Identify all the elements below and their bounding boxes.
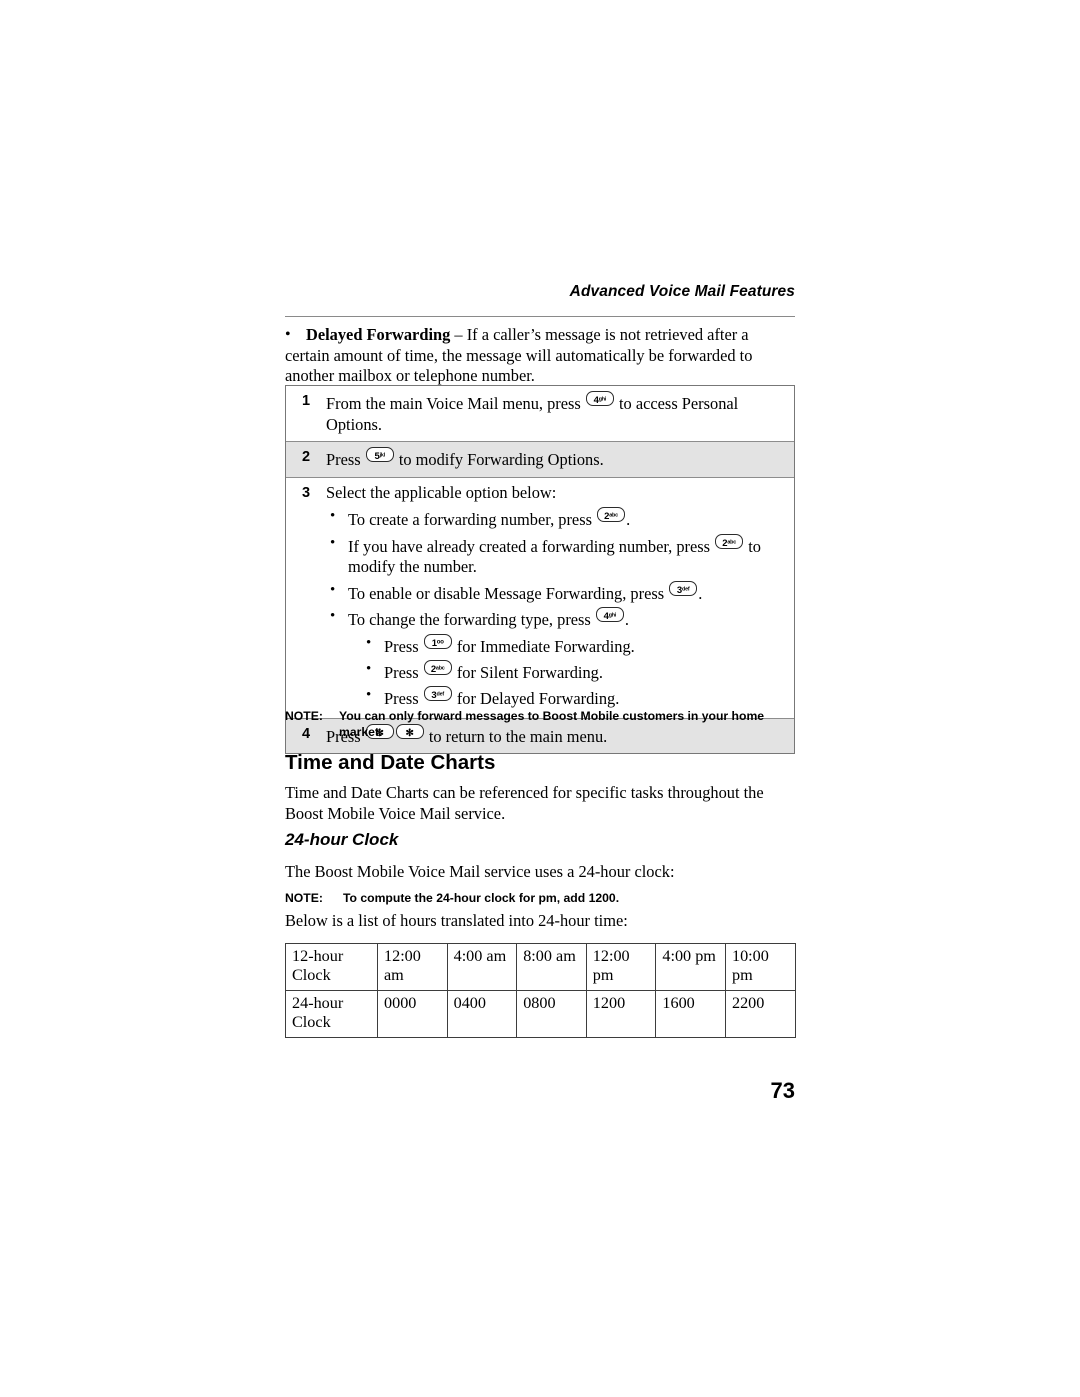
phone-key-letters: def	[436, 691, 445, 697]
phone-key-letters: def	[682, 586, 690, 592]
note-text: To compute the 24-hour clock for pm, add…	[343, 891, 620, 905]
phone-key-4-icon: 4ghi	[585, 391, 614, 406]
clock-cell-value: 8:00 am	[516, 943, 587, 991]
note-label: NOTE:	[285, 891, 323, 905]
page-number: 73	[770, 1078, 795, 1103]
step-text-after: for Delayed Forwarding.	[452, 688, 620, 708]
step-text-before: Press	[384, 688, 423, 708]
page-header-title: Advanced Voice Mail Features	[569, 283, 795, 300]
clock-conversion-table: 12-hour Clock 12:00 am 4:00 am 8:00 am 12:00…	[285, 943, 796, 1038]
phone-key-letters: ghi	[598, 396, 607, 403]
bullet-dot-icon: •	[330, 581, 336, 598]
paragraph-hours-list-intro: Below is a list of hours translated into…	[285, 911, 628, 930]
step-sub-sub-list: • Press 1oo for Immediate Forwarding. • Pre…	[348, 633, 784, 709]
step-body: Press 5jkl to modify Forwarding Options.	[326, 447, 788, 471]
phone-key-4-icon: 4ghi	[595, 607, 624, 622]
step-text-before: Press	[384, 636, 423, 656]
phone-key-2-icon: 2abc	[715, 533, 744, 549]
phone-key-letters: oo	[436, 639, 444, 645]
step-text-after: to modify Forwarding Options.	[394, 450, 604, 469]
table-row: 12-hour Clock 12:00 am 4:00 am 8:00 am 12:00…	[285, 943, 796, 991]
step-text-before: To create a forwarding number, press	[348, 510, 597, 529]
clock-row-label: 12-hour Clock	[285, 943, 378, 991]
step-text-before: Press	[384, 662, 423, 682]
procedure-steps-table: 1 From the main Voice Mail menu, press 4g…	[285, 385, 795, 754]
step-text-before: Select the applicable option below:	[326, 482, 557, 502]
section-heading-time-and-date-charts: Time and Date Charts	[285, 751, 496, 774]
procedure-step-row: 1 From the main Voice Mail menu, press 4g…	[286, 386, 794, 442]
note-block-24-hour-clock: NOTE: To compute the 24-hour clock for p…	[285, 891, 795, 907]
step-sub-sub-item: • Press 1oo for Immediate Forwarding.	[348, 633, 784, 657]
table-row: 24-hour Clock 0000 0400 0800 1200 1600 2200	[285, 990, 796, 1038]
clock-cell-value: 10:00 pm	[724, 943, 796, 991]
clock-cell-value: 4:00 pm	[655, 943, 726, 991]
step-text-after: .	[698, 583, 703, 603]
step-text-after: .	[624, 610, 630, 629]
subheading-24-hour-clock: 24-hour Clock	[285, 830, 399, 849]
bullet-dot-icon: •	[366, 634, 372, 651]
clock-cell-value: 2200	[724, 990, 796, 1038]
step-text-after: .	[626, 510, 631, 529]
bullet-dot-icon: •	[330, 534, 336, 551]
phone-key-letters: ghi	[608, 612, 617, 619]
paragraph-24-hour-clock: The Boost Mobile Voice Mail service uses…	[285, 862, 675, 881]
phone-key-letters: abc	[435, 665, 445, 671]
step-sub-list: • To create a forwarding number, press 2a…	[326, 507, 784, 709]
bullet-dot-icon: •	[366, 686, 372, 703]
phone-key-3-icon: 3def	[669, 580, 698, 596]
step-text-before: From the main Voice Mail menu, press	[326, 394, 585, 413]
step-sub-sub-item: • Press 2abc for Silent Forwarding.	[348, 659, 784, 683]
step-text-before: To change the forwarding type, press	[348, 610, 595, 629]
clock-cell-value: 0800	[516, 990, 587, 1038]
step-sub-item: • To create a forwarding number, press 2a…	[326, 507, 784, 531]
step-text-before: If you have already created a forwarding…	[348, 536, 715, 556]
note-block-forwarding: NOTE: You can only forward messages to B…	[285, 709, 795, 740]
bullet-dot-icon: •	[330, 508, 336, 524]
step-sub-sub-item: • Press 3def for Delayed Forwarding.	[348, 685, 784, 709]
step-text-after: for Immediate Forwarding.	[452, 636, 635, 656]
note-text: You can only forward messages to Boost M…	[339, 709, 765, 739]
header-divider	[285, 316, 795, 317]
phone-key-letters: abc	[609, 512, 618, 519]
step-text-before: Press	[326, 450, 365, 469]
step-body: From the main Voice Mail menu, press 4gh…	[326, 391, 788, 435]
step-number: 3	[301, 484, 311, 501]
phone-key-1-icon: 1oo	[423, 633, 452, 649]
step-text-after: for Silent Forwarding.	[452, 662, 603, 682]
step-number: 1	[301, 393, 311, 409]
clock-cell-value: 1600	[655, 990, 726, 1038]
clock-cell-value: 0400	[446, 990, 518, 1038]
bullet-dot-icon: •	[285, 326, 291, 343]
intro-bullet: • Delayed Forwarding – If a caller’s mes…	[285, 325, 795, 387]
clock-cell-value: 12:00 pm	[585, 943, 657, 991]
procedure-step-row: 3 Select the applicable option below: • To …	[286, 478, 794, 719]
phone-key-letters: jkl	[379, 452, 386, 459]
step-sub-item: • If you have already created a forwardin…	[326, 533, 784, 578]
manual-page: Advanced Voice Mail Features • Delayed F…	[0, 0, 1080, 1397]
bullet-dot-icon: •	[330, 608, 336, 624]
note-label: NOTE:	[285, 709, 323, 723]
clock-cell-value: 4:00 am	[446, 943, 518, 991]
clock-row-label: 24-hour Clock	[285, 990, 378, 1038]
phone-key-5-icon: 5jkl	[365, 447, 394, 462]
intro-bullet-body: Delayed Forwarding – If a caller’s messa…	[285, 325, 752, 385]
phone-key-3-icon: 3def	[423, 685, 452, 701]
step-text-before: To enable or disable Message Forwarding,…	[348, 583, 669, 603]
phone-key-2-icon: 2abc	[597, 507, 626, 522]
step-body: Select the applicable option below: • To c…	[326, 483, 788, 712]
intro-bullet-term: Delayed Forwarding	[306, 325, 451, 344]
procedure-step-row: 2 Press 5jkl to modify Forwarding Options…	[286, 442, 794, 478]
paragraph-time-and-date-charts: Time and Date Charts can be referenced f…	[285, 783, 764, 823]
step-sub-item: • To enable or disable Message Forwarding…	[326, 580, 784, 605]
step-number: 2	[301, 449, 311, 465]
step-sub-item: • To change the forwarding type, press 4g…	[326, 607, 784, 709]
bullet-dot-icon: •	[366, 660, 372, 677]
clock-cell-value: 0000	[377, 990, 448, 1038]
clock-cell-value: 12:00 am	[377, 943, 448, 991]
phone-key-letters: abc	[727, 539, 737, 545]
phone-key-2-icon: 2abc	[423, 659, 452, 675]
clock-cell-value: 1200	[585, 990, 657, 1038]
